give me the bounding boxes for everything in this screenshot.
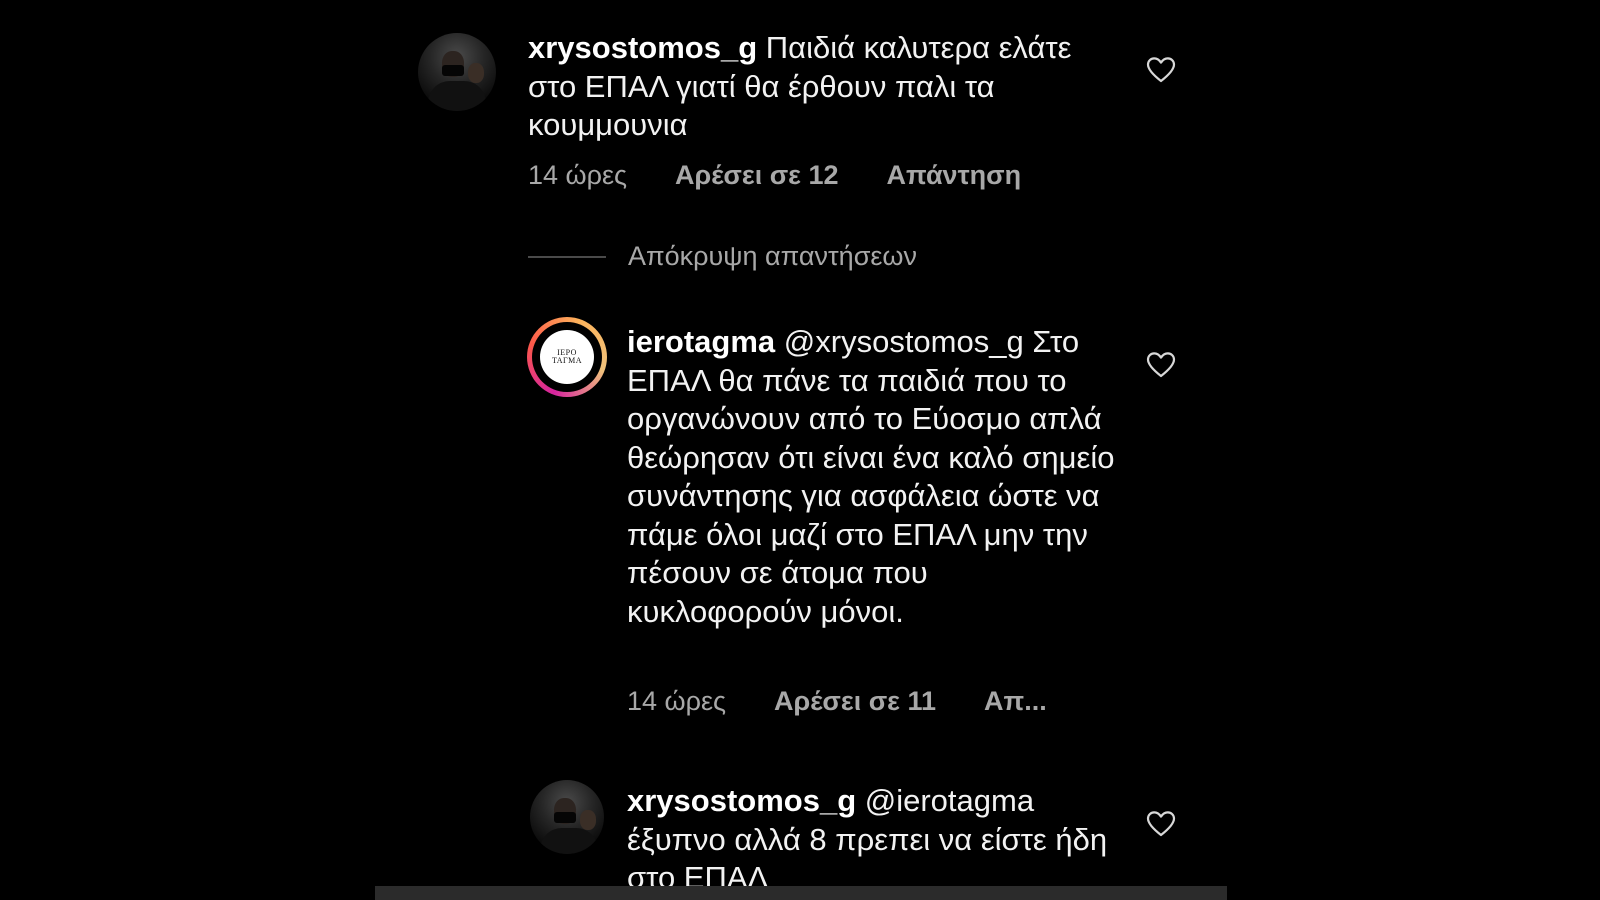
avatar-figure [428,81,486,111]
logo-badge-icon: ΙΕΡΟ ΤΑΓΜΑ [540,330,594,384]
comment-thread: xrysostomos_g Παιδιά καλυτερα ελάτε στο … [0,0,1600,900]
hide-replies-button[interactable]: Απόκρυψη απαντήσεων [528,241,917,272]
avatar-figure [540,828,598,854]
bottom-bar [375,886,1227,900]
avatar[interactable] [418,33,496,111]
comment-text: @xrysostomos_g Στο ΕΠΑΛ θα πάνε τα παιδι… [627,324,1115,629]
comment-username[interactable]: xrysostomos_g [627,783,856,818]
comment-username[interactable]: ierotagma [627,324,775,359]
reply-button[interactable]: Απ... [984,686,1047,717]
comment-body: ierotagma @xrysostomos_g Στο ΕΠΑΛ θα πάν… [627,323,1117,631]
badge-text: ΙΕΡΟ ΤΑΓΜΑ [552,349,582,365]
likes-count-link[interactable]: Αρέσει σε 12 [675,160,839,191]
comment-time: 14 ώρες [627,686,727,716]
hide-replies-label: Απόκρυψη απαντήσεων [628,241,917,271]
heart-outline-icon[interactable] [1146,56,1176,84]
comment-time: 14 ώρες [528,160,628,190]
avatar-figure-mask [442,65,464,76]
comment-body: xrysostomos_g Παιδιά καλυτερα ελάτε στο … [528,29,1108,145]
heart-outline-icon[interactable] [1146,810,1176,838]
heart-outline-icon[interactable] [1146,351,1176,379]
reply-button[interactable]: Απάντηση [887,160,1022,191]
divider [528,255,606,258]
comment-meta: 14 ώρες Αρέσει σε 11 Απ... [627,686,1047,717]
badge-line-2: ΤΑΓΜΑ [551,356,583,365]
likes-count-link[interactable]: Αρέσει σε 11 [774,686,936,717]
avatar[interactable]: ΙΕΡΟ ΤΑΓΜΑ [527,317,607,397]
comment-body: xrysostomos_g @ierotagma έξυπνο αλλά 8 π… [627,782,1117,898]
comment-meta: 14 ώρες Αρέσει σε 12 Απάντηση [528,160,1021,191]
avatar-figure-second [468,63,484,83]
avatar[interactable] [530,780,604,854]
avatar-figure-second [580,810,596,830]
comment-username[interactable]: xrysostomos_g [528,30,757,65]
avatar-figure-mask [554,812,576,823]
